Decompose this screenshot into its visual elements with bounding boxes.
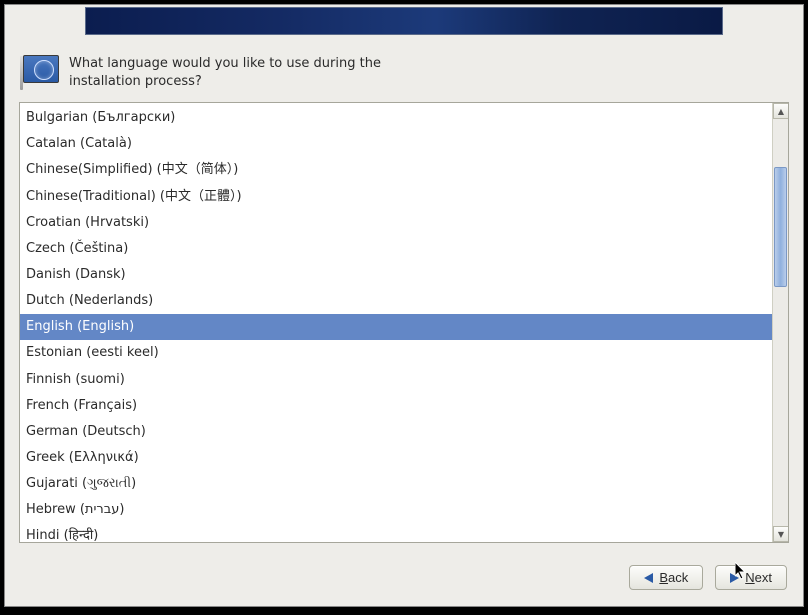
scrollbar[interactable]: ▲ ▼ xyxy=(772,103,788,542)
next-button[interactable]: Next xyxy=(715,565,787,590)
list-item[interactable]: Croatian (Hrvatski) xyxy=(20,210,772,236)
header-banner xyxy=(85,7,723,35)
prompt-text: What language would you like to use duri… xyxy=(69,55,409,90)
prompt-row: What language would you like to use duri… xyxy=(23,55,785,90)
list-item[interactable]: Estonian (eesti keel) xyxy=(20,340,772,366)
list-item[interactable]: Hindi (हिन्दी) xyxy=(20,523,772,542)
list-item[interactable]: German (Deutsch) xyxy=(20,419,772,445)
list-item[interactable]: Gujarati (ગુજરાતી) xyxy=(20,471,772,497)
list-item[interactable]: Bulgarian (Български) xyxy=(20,105,772,131)
list-item[interactable]: Greek (Ελληνικά) xyxy=(20,445,772,471)
scroll-thumb[interactable] xyxy=(774,167,787,287)
list-item[interactable]: Finnish (suomi) xyxy=(20,367,772,393)
footer: Back Next xyxy=(5,553,803,606)
list-item[interactable]: Chinese(Simplified) (中文（简体）) xyxy=(20,157,772,183)
language-list-frame: Bulgarian (Български)Catalan (Català)Chi… xyxy=(19,102,789,543)
arrow-right-icon xyxy=(730,573,739,583)
scroll-up-button[interactable]: ▲ xyxy=(773,103,789,119)
back-button[interactable]: Back xyxy=(629,565,703,590)
list-item[interactable]: English (English) xyxy=(20,314,772,340)
list-item[interactable]: Hebrew (עברית) xyxy=(20,497,772,523)
list-item[interactable]: Chinese(Traditional) (中文（正體）) xyxy=(20,184,772,210)
scroll-down-button[interactable]: ▼ xyxy=(773,526,789,542)
back-button-label: Back xyxy=(659,570,688,585)
language-flag-icon xyxy=(23,55,59,83)
list-item[interactable]: Czech (Čeština) xyxy=(20,236,772,262)
language-list[interactable]: Bulgarian (Български)Catalan (Català)Chi… xyxy=(20,103,772,542)
installer-window: What language would you like to use duri… xyxy=(4,4,804,607)
list-item[interactable]: Catalan (Català) xyxy=(20,131,772,157)
list-item[interactable]: French (Français) xyxy=(20,393,772,419)
list-item[interactable]: Dutch (Nederlands) xyxy=(20,288,772,314)
list-item[interactable]: Danish (Dansk) xyxy=(20,262,772,288)
next-button-label: Next xyxy=(745,570,772,585)
arrow-left-icon xyxy=(644,573,653,583)
